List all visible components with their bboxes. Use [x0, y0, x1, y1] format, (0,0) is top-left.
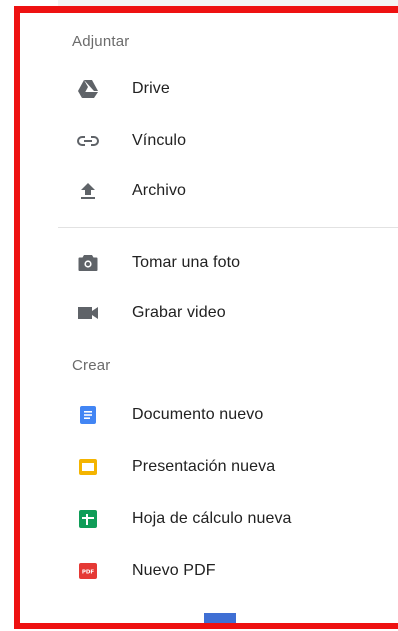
docs-icon: [76, 403, 100, 427]
upload-icon: [76, 179, 100, 203]
menu-item-link[interactable]: Vínculo: [20, 117, 398, 165]
annotation-border-left: [14, 6, 20, 627]
menu-item-label: Archivo: [132, 182, 187, 199]
menu-item-new-pdf[interactable]: PDF Nuevo PDF: [20, 547, 398, 595]
section-header-attach: Adjuntar: [72, 33, 130, 50]
menu-item-record-video[interactable]: Grabar video: [20, 289, 398, 337]
menu-item-label: Grabar video: [132, 304, 226, 321]
menu-item-take-photo[interactable]: Tomar una foto: [20, 239, 398, 287]
pdf-badge-text: PDF: [82, 570, 95, 576]
camera-icon: [76, 251, 100, 275]
menu-item-drive[interactable]: Drive: [20, 65, 398, 113]
annotation-border-top: [14, 6, 398, 13]
menu-item-new-presentation[interactable]: Presentación nueva: [20, 443, 398, 491]
video-icon: [76, 301, 100, 325]
pdf-icon: PDF: [76, 559, 100, 583]
menu-item-label: Vínculo: [132, 132, 187, 149]
menu-item-label: Tomar una foto: [132, 254, 241, 271]
section-divider: [58, 227, 398, 228]
menu-item-new-spreadsheet[interactable]: Hoja de cálculo nueva: [20, 495, 398, 543]
slides-icon: [76, 455, 100, 479]
attach-menu-sheet: Adjuntar Drive Vínculo Archivo Tomar una…: [0, 0, 398, 631]
section-header-create: Crear: [72, 357, 111, 374]
link-icon: [76, 129, 100, 153]
menu-item-label: Nuevo PDF: [132, 562, 216, 579]
bottom-handle: [204, 613, 236, 623]
menu-item-label: Drive: [132, 80, 170, 97]
menu-item-label: Documento nuevo: [132, 406, 264, 423]
menu-item-new-document[interactable]: Documento nuevo: [20, 391, 398, 439]
annotation-border-bottom: [14, 623, 398, 629]
drive-icon: [76, 77, 100, 101]
menu-item-file[interactable]: Archivo: [20, 167, 398, 215]
menu-item-label: Presentación nueva: [132, 458, 276, 475]
menu-item-label: Hoja de cálculo nueva: [132, 510, 292, 527]
sheets-icon: [76, 507, 100, 531]
